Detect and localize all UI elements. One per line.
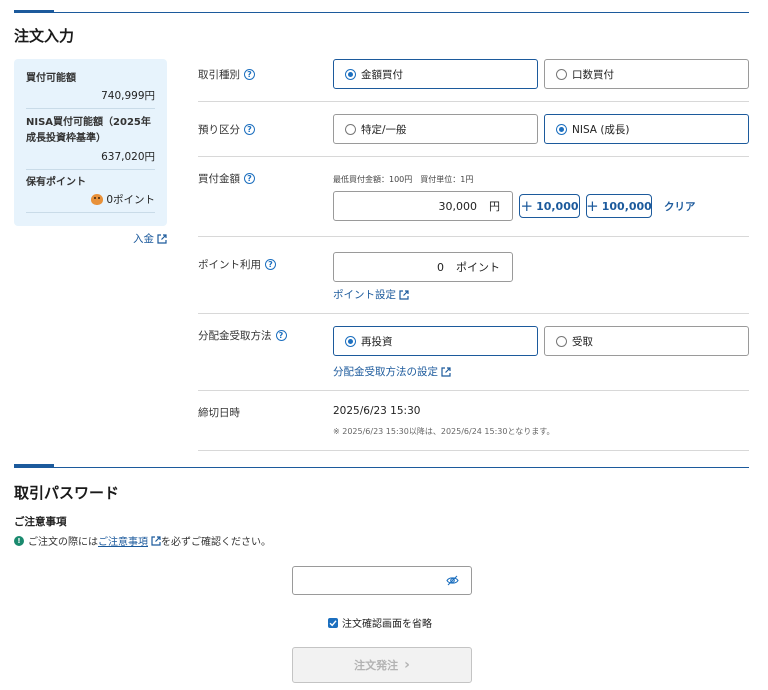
- point-settings-link[interactable]: ポイント設定: [333, 287, 409, 302]
- dividend-label-wrap: 分配金受取方法 ?: [198, 328, 287, 343]
- option-label: 口数買付: [572, 68, 614, 81]
- account-type-label-wrap: 預り区分 ?: [198, 122, 255, 137]
- option-label: 再投資: [361, 335, 393, 348]
- row-divider: [198, 156, 749, 157]
- points-held-label: 保有ポイント: [26, 177, 86, 188]
- row-divider: [198, 450, 749, 451]
- external-link-icon: [151, 535, 161, 546]
- caution-text-before: ご注文の際には: [28, 537, 98, 548]
- radio-selected-icon: [345, 335, 356, 347]
- submit-order-button[interactable]: 注文発注 ›: [292, 647, 472, 683]
- help-icon[interactable]: ?: [275, 330, 287, 341]
- chevron-right-icon: ›: [404, 657, 410, 673]
- radio-unselected-icon: [556, 68, 567, 80]
- buying-power-label: 買付可能額: [26, 73, 76, 84]
- plus-icon: +: [586, 196, 599, 215]
- eye-off-icon[interactable]: [446, 575, 459, 586]
- caution-link[interactable]: ご注意事項: [98, 533, 148, 548]
- points-unit: ポイント: [456, 261, 500, 274]
- password-section-title: 取引パスワード: [14, 484, 120, 502]
- order-section-title: 注文入力: [14, 27, 75, 45]
- points-value: 0: [437, 260, 444, 274]
- section-rule: [14, 12, 749, 13]
- skip-confirm-row[interactable]: 注文確認画面を省略: [328, 615, 432, 630]
- submit-order-label: 注文発注: [354, 659, 399, 672]
- divider: [26, 169, 155, 170]
- amount-unit: 円: [489, 200, 500, 213]
- deposit-link[interactable]: 入金: [133, 231, 167, 246]
- points-held-value-wrap: 0ポイント: [91, 192, 155, 207]
- points-label-wrap: ポイント利用 ?: [198, 257, 276, 272]
- buying-power-value: 740,999円: [101, 90, 155, 102]
- account-type-label: 預り区分: [198, 124, 240, 136]
- points-label: ポイント利用: [198, 259, 261, 271]
- radio-unselected-icon: [345, 123, 356, 135]
- help-icon[interactable]: ?: [244, 173, 255, 184]
- caution-line: ! ご注文の際には ご注意事項 を必ずご確認ください。: [14, 533, 271, 548]
- amount-value: 30,000: [438, 199, 478, 213]
- dividend-label: 分配金受取方法: [198, 330, 272, 342]
- trade-type-option-amount[interactable]: 金額買付: [333, 59, 538, 89]
- plus-icon: +: [520, 196, 534, 215]
- row-divider: [198, 236, 749, 237]
- row-divider: [198, 101, 749, 102]
- points-input[interactable]: 0 ポイント: [333, 252, 513, 282]
- info-icon: !: [14, 535, 24, 546]
- nisa-label-line1: NISA買付可能額（2025年: [26, 117, 151, 128]
- nisa-buying-power-label: NISA買付可能額（2025年 成長投資枠基準）: [26, 115, 151, 147]
- add-10000-button[interactable]: + 10,000: [519, 194, 580, 218]
- external-link-icon: [399, 289, 409, 300]
- dividend-settings-link[interactable]: 分配金受取方法の設定: [333, 364, 451, 379]
- deadline-label: 締切日時: [198, 407, 240, 419]
- option-label: 金額買付: [361, 68, 403, 81]
- deadline-note: ※ 2025/6/23 15:30以降は、2025/6/24 15:30となりま…: [333, 427, 555, 436]
- amount-label: 買付金額: [198, 173, 240, 185]
- account-type-option-nisa[interactable]: NISA (成長): [544, 114, 749, 144]
- amount-input[interactable]: 30,000 円: [333, 191, 513, 221]
- option-label: 特定/一般: [361, 123, 407, 136]
- point-mascot-icon: [91, 194, 104, 205]
- password-input[interactable]: [292, 566, 472, 595]
- radio-selected-icon: [345, 68, 356, 80]
- help-icon[interactable]: ?: [244, 69, 255, 80]
- radio-selected-icon: [556, 123, 567, 135]
- checkbox-checked-icon[interactable]: [328, 617, 338, 628]
- points-held-value: 0ポイント: [106, 194, 155, 206]
- add-10000-label: 10,000: [536, 199, 579, 213]
- external-link-icon: [157, 233, 167, 244]
- dividend-option-reinvest[interactable]: 再投資: [333, 326, 538, 356]
- external-link-icon: [441, 366, 451, 377]
- deposit-link-label: 入金: [133, 233, 154, 245]
- divider: [26, 108, 155, 109]
- caution-link-label: ご注意事項: [98, 537, 148, 548]
- row-divider: [198, 313, 749, 314]
- account-summary-panel: 買付可能額 740,999円 NISA買付可能額（2025年 成長投資枠基準） …: [14, 59, 167, 226]
- nisa-label-line2: 成長投資枠基準）: [26, 133, 106, 144]
- nisa-buying-power-value: 637,020円: [101, 151, 155, 163]
- dividend-option-receive[interactable]: 受取: [544, 326, 749, 356]
- skip-confirm-label: 注文確認画面を省略: [342, 619, 432, 630]
- add-100000-label: 100,000: [601, 199, 652, 213]
- amount-hint: 最低買付金額：100円 買付単位：1円: [333, 175, 474, 184]
- account-type-option-tokutei[interactable]: 特定/一般: [333, 114, 538, 144]
- trade-type-label-wrap: 取引種別 ?: [198, 67, 255, 82]
- clear-button[interactable]: クリア: [664, 199, 696, 214]
- point-settings-label: ポイント設定: [333, 289, 396, 301]
- trade-type-label: 取引種別: [198, 69, 240, 81]
- row-divider: [198, 390, 749, 391]
- help-icon[interactable]: ?: [244, 124, 255, 135]
- deadline-value: 2025/6/23 15:30: [333, 405, 421, 417]
- help-icon[interactable]: ?: [265, 259, 276, 270]
- section-rule: [14, 467, 749, 468]
- caution-heading: ご注意事項: [14, 516, 67, 528]
- trade-type-option-units[interactable]: 口数買付: [544, 59, 749, 89]
- radio-unselected-icon: [556, 335, 567, 347]
- caution-text-after: を必ずご確認ください。: [161, 537, 271, 548]
- option-label: NISA (成長): [572, 123, 630, 136]
- option-label: 受取: [572, 335, 593, 348]
- add-100000-button[interactable]: + 100,000: [586, 194, 652, 218]
- dividend-settings-label: 分配金受取方法の設定: [333, 366, 438, 378]
- divider: [26, 212, 155, 213]
- amount-label-wrap: 買付金額 ?: [198, 171, 255, 186]
